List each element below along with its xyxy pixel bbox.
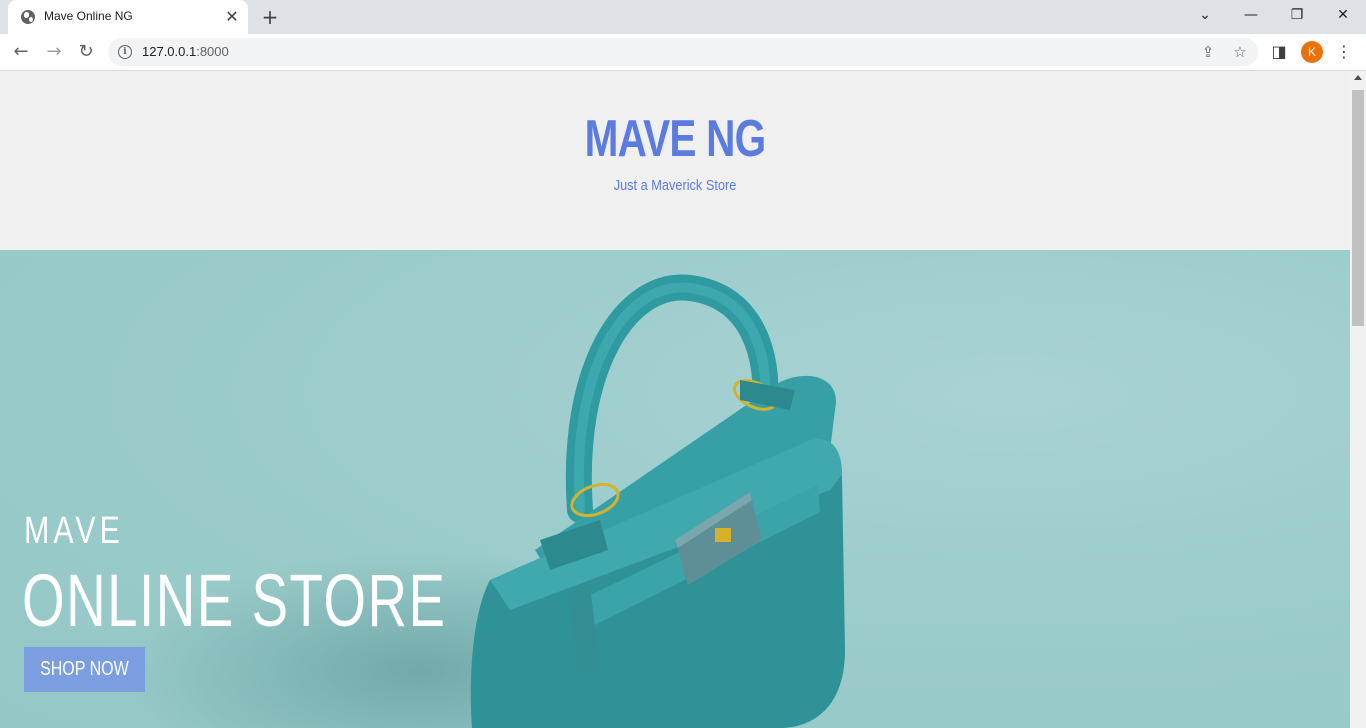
tab-title: Mave Online NG [44, 9, 133, 23]
reload-button[interactable]: ↻ [72, 38, 100, 66]
tab-strip: Mave Online NG ✕ + ⌄ — ❐ ✕ [0, 0, 1366, 34]
globe-icon [21, 10, 35, 24]
browser-tab[interactable]: Mave Online NG ✕ [8, 0, 248, 34]
handbag-image [470, 274, 845, 728]
new-tab-button[interactable]: + [258, 6, 282, 28]
bookmark-star-icon[interactable]: ☆ [1230, 42, 1250, 62]
back-button[interactable]: ← [7, 38, 35, 66]
hero-title: ONLINE STORE [22, 559, 447, 642]
tab-search-button[interactable]: ⌄ [1182, 0, 1228, 34]
hero-kicker: MAVE [24, 510, 124, 552]
hero-banner: MAVE ONLINE STORE SHOP NOW [0, 250, 1350, 728]
scroll-thumb[interactable] [1352, 90, 1364, 326]
site-info-icon[interactable]: i [118, 45, 132, 59]
browser-toolbar: ← → ↻ i 127.0.0.1:8000 ⇪ ☆ ◨ ⋮ [0, 34, 1366, 71]
url-text: 127.0.0.1:8000 [142, 44, 229, 59]
restore-button[interactable]: ❐ [1274, 0, 1320, 34]
site-header: MAVE NG Just a Maverick Store [0, 71, 1350, 250]
share-icon[interactable]: ⇪ [1198, 42, 1218, 62]
site-brand[interactable]: MAVE NG [149, 109, 1202, 169]
profile-avatar[interactable]: K [1301, 41, 1323, 63]
minimize-button[interactable]: — [1228, 0, 1274, 34]
shop-now-button[interactable]: SHOP NOW [24, 647, 145, 692]
page-viewport: MAVE NG Just a Maverick Store MAVE ONLIN… [0, 71, 1350, 728]
address-bar[interactable]: i 127.0.0.1:8000 ⇪ ☆ [108, 38, 1258, 66]
browser-menu-icon[interactable]: ⋮ [1334, 42, 1354, 62]
shop-now-label: SHOP NOW [40, 658, 129, 680]
scroll-up-arrow-icon[interactable] [1354, 75, 1362, 80]
page-scrollbar[interactable] [1350, 71, 1366, 728]
side-panel-icon[interactable]: ◨ [1269, 42, 1289, 62]
close-window-button[interactable]: ✕ [1320, 0, 1366, 34]
site-tagline: Just a Maverick Store [613, 177, 737, 194]
close-tab-icon[interactable]: ✕ [222, 7, 242, 27]
forward-button[interactable]: → [40, 38, 68, 66]
